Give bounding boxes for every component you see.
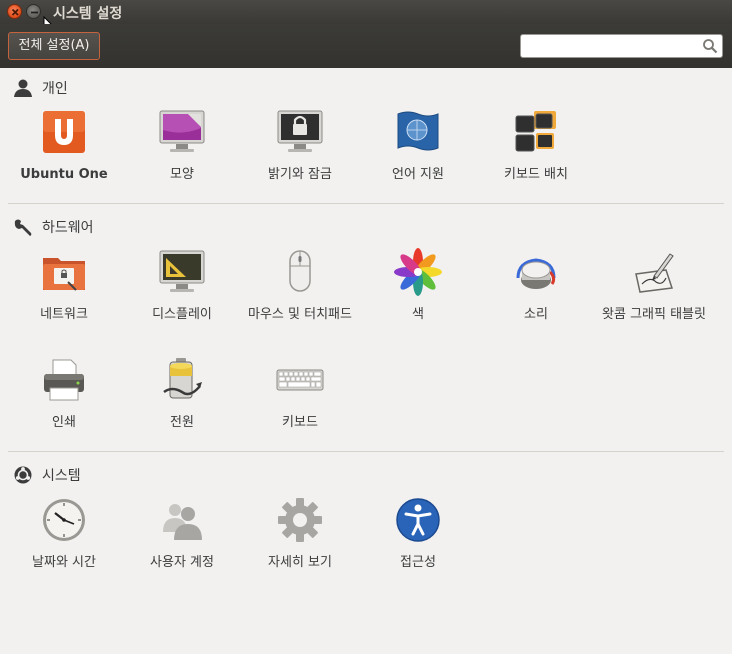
section-personal-header: 개인	[12, 78, 68, 98]
item-mouse-touchpad[interactable]: 마우스 및 터치패드	[245, 248, 355, 323]
keyboard-layout-icon	[515, 111, 556, 152]
minimize-icon	[31, 11, 38, 14]
sound-icon	[516, 258, 556, 289]
item-appearance[interactable]: 모양	[127, 108, 237, 183]
keyboard-icon	[276, 369, 324, 391]
battery-icon	[163, 358, 202, 399]
item-label: 마우스 및 터치패드	[248, 307, 352, 322]
ubuntu-one-icon	[43, 111, 85, 153]
network-folder-icon	[43, 258, 85, 291]
item-label: 언어 지원	[392, 167, 444, 182]
item-accessibility[interactable]: 접근성	[363, 496, 473, 571]
item-label: 키보드	[282, 415, 318, 430]
search-input[interactable]	[520, 34, 723, 58]
item-label: 디스플레이	[152, 307, 212, 322]
item-wacom-tablet[interactable]: 왓콤 그래픽 태블릿	[599, 248, 709, 323]
appearance-icon	[159, 110, 205, 152]
item-label: 소리	[524, 307, 548, 322]
accessibility-icon	[396, 498, 440, 542]
section-system-header: 시스템	[12, 465, 81, 485]
item-user-accounts[interactable]: 사용자 계정	[127, 496, 237, 571]
brightness-lock-icon	[277, 110, 323, 152]
item-label: 모양	[170, 167, 194, 182]
section-hardware-title: 하드웨어	[42, 220, 94, 236]
item-label: 전원	[170, 415, 194, 430]
item-ubuntu-one[interactable]: Ubuntu One	[9, 108, 119, 183]
gear-icon	[278, 498, 322, 542]
item-brightness-lock[interactable]: 밝기와 잠금	[245, 108, 355, 183]
close-icon	[11, 8, 19, 16]
item-network[interactable]: 네트워크	[9, 248, 119, 323]
item-sound[interactable]: 소리	[481, 248, 591, 323]
item-label: 키보드 배치	[504, 167, 568, 182]
toolbar: 전체 설정(A)	[0, 24, 732, 68]
item-label: 밝기와 잠금	[268, 167, 332, 182]
window-title: 시스템 설정	[53, 6, 123, 22]
item-label: 접근성	[400, 555, 436, 570]
minimize-window-button[interactable]	[26, 4, 41, 19]
person-icon	[14, 79, 32, 97]
ubuntu-logo-icon	[14, 466, 32, 484]
section-personal-title: 개인	[42, 81, 68, 97]
section-divider	[8, 203, 724, 204]
users-icon	[163, 504, 202, 540]
item-label: 인쇄	[52, 415, 76, 430]
title-bar: 시스템 설정	[0, 0, 732, 24]
close-window-button[interactable]	[7, 4, 22, 19]
item-label: 색	[412, 307, 424, 322]
color-icon	[394, 248, 442, 296]
wrench-icon	[14, 219, 32, 236]
item-printing[interactable]: 인쇄	[9, 356, 119, 431]
item-keyboard[interactable]: 키보드	[245, 356, 355, 431]
item-details[interactable]: 자세히 보기	[245, 496, 355, 571]
item-label: 네트워크	[40, 307, 88, 322]
item-color[interactable]: 색	[363, 248, 473, 323]
item-label: 사용자 계정	[150, 555, 214, 570]
display-icon	[159, 250, 205, 292]
item-label: Ubuntu One	[20, 167, 108, 182]
mouse-icon	[289, 250, 311, 292]
language-icon	[397, 111, 439, 151]
item-display[interactable]: 디스플레이	[127, 248, 237, 323]
item-label: 자세히 보기	[268, 555, 332, 570]
clock-icon	[43, 499, 85, 541]
section-divider	[8, 451, 724, 452]
item-language-support[interactable]: 언어 지원	[363, 108, 473, 183]
section-hardware-header: 하드웨어	[12, 217, 94, 237]
item-date-time[interactable]: 날짜와 시간	[9, 496, 119, 571]
item-label: 왓콤 그래픽 태블릿	[602, 307, 706, 322]
all-settings-button[interactable]: 전체 설정(A)	[8, 32, 100, 60]
wacom-tablet-icon	[635, 253, 674, 293]
item-keyboard-layout[interactable]: 키보드 배치	[481, 108, 591, 183]
section-system-title: 시스템	[42, 468, 81, 484]
search-icon	[703, 39, 718, 54]
printer-icon	[44, 359, 84, 401]
item-power[interactable]: 전원	[127, 356, 237, 431]
item-label: 날짜와 시간	[32, 555, 96, 570]
